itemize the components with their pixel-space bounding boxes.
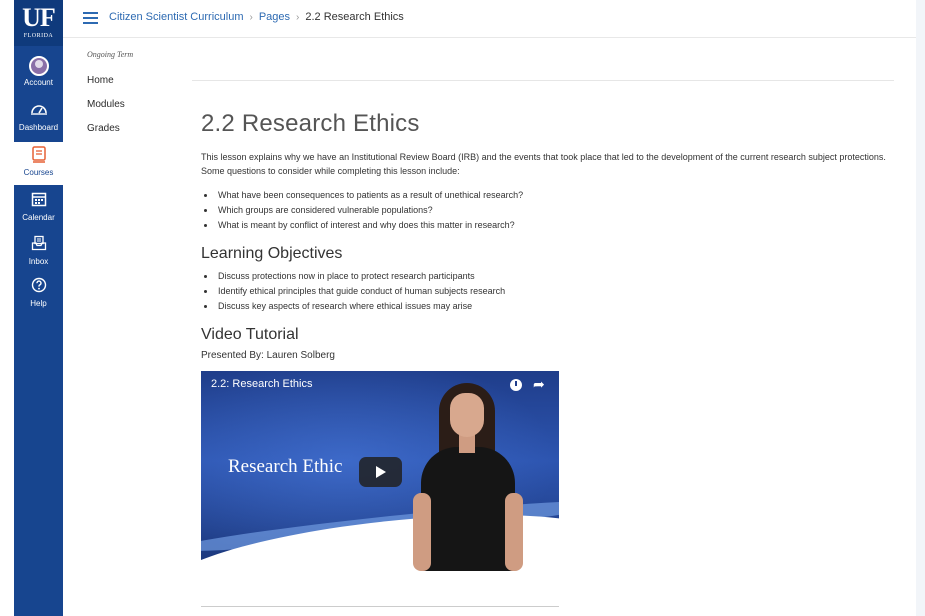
term-label: Ongoing Term xyxy=(87,50,134,59)
breadcrumb-course[interactable]: Citizen Scientist Curriculum xyxy=(109,11,243,23)
account-avatar xyxy=(28,56,49,76)
video-heading: Video Tutorial xyxy=(201,326,299,343)
course-nav-home[interactable]: Home xyxy=(87,75,187,86)
list-item: Discuss key aspects of research where et… xyxy=(201,299,891,314)
global-nav-dashboard[interactable]: Dashboard xyxy=(14,97,63,140)
share-arrow-icon[interactable]: ➦ xyxy=(533,376,545,392)
calendar-icon xyxy=(29,191,49,211)
help-icon xyxy=(29,277,49,297)
list-item: Which groups are considered vulnerable p… xyxy=(201,203,891,218)
right-edge-strip xyxy=(916,0,925,616)
global-nav-account[interactable]: Account xyxy=(14,52,63,95)
intro-paragraph: This lesson explains why we have an Inst… xyxy=(201,152,886,176)
uf-logo[interactable]: UF FLORIDA xyxy=(14,0,63,46)
global-nav-dashboard-label: Dashboard xyxy=(18,123,59,132)
breadcrumb-separator-icon: › xyxy=(249,12,253,23)
video-bottom-line xyxy=(201,606,559,607)
global-nav-inbox-label: Inbox xyxy=(28,257,49,266)
top-bar: Citizen Scientist Curriculum › Pages › 2.2 R… xyxy=(63,0,925,38)
question-list: What have been consequences to patients … xyxy=(201,188,891,233)
global-nav-inbox[interactable]: Inbox xyxy=(14,231,63,274)
courses-icon xyxy=(29,146,49,166)
left-edge-stripe xyxy=(0,0,14,616)
video-slide-text: Research Ethic xyxy=(228,456,343,477)
page-content: 2.2 Research Ethics This lesson explains… xyxy=(201,110,891,571)
logo-sub-text: FLORIDA xyxy=(23,33,54,39)
video-title[interactable]: 2.2: Research Ethics xyxy=(211,378,313,390)
objectives-list: Discuss protections now in place to prot… xyxy=(201,269,891,314)
global-nav-calendar-label: Calendar xyxy=(22,213,55,222)
breadcrumb-current: 2.2 Research Ethics xyxy=(305,11,404,23)
course-nav-grades[interactable]: Grades xyxy=(87,123,187,134)
list-item: Discuss protections now in place to prot… xyxy=(201,269,891,284)
list-item: What have been consequences to patients … xyxy=(201,188,891,203)
global-nav-help-label: Help xyxy=(30,299,47,308)
presenter-text: Presented By: Lauren Solberg xyxy=(201,350,335,361)
global-nav-courses[interactable]: Courses xyxy=(14,142,63,185)
hamburger-menu-icon[interactable] xyxy=(83,12,98,24)
logo-main-text: UF xyxy=(22,3,56,32)
breadcrumb: Citizen Scientist Curriculum › Pages › 2.2 R… xyxy=(109,11,404,23)
content-divider xyxy=(192,80,894,81)
global-nav-courses-label: Courses xyxy=(23,168,54,177)
play-button[interactable] xyxy=(359,457,402,487)
objectives-heading: Learning Objectives xyxy=(201,245,343,262)
global-nav-account-label: Account xyxy=(24,78,53,87)
presenter-figure xyxy=(413,383,523,571)
breadcrumb-separator-icon: › xyxy=(296,12,300,23)
global-nav-calendar[interactable]: Calendar xyxy=(14,187,63,230)
global-nav-help[interactable]: Help xyxy=(14,273,63,316)
course-nav-modules[interactable]: Modules xyxy=(87,99,187,110)
dashboard-icon xyxy=(29,101,49,121)
page-title: 2.2 Research Ethics xyxy=(201,110,420,137)
course-navigation: Ongoing Term Home Modules Grades xyxy=(87,50,187,147)
list-item: Identify ethical principles that guide c… xyxy=(201,284,891,299)
breadcrumb-pages[interactable]: Pages xyxy=(259,11,290,23)
list-item: What is meant by conflict of interest an… xyxy=(201,218,891,233)
inbox-icon xyxy=(29,235,49,255)
watch-later-clock-icon[interactable] xyxy=(510,379,522,391)
video-player[interactable]: Research Ethic 2.2: Research Ethics ➦ xyxy=(201,371,559,571)
